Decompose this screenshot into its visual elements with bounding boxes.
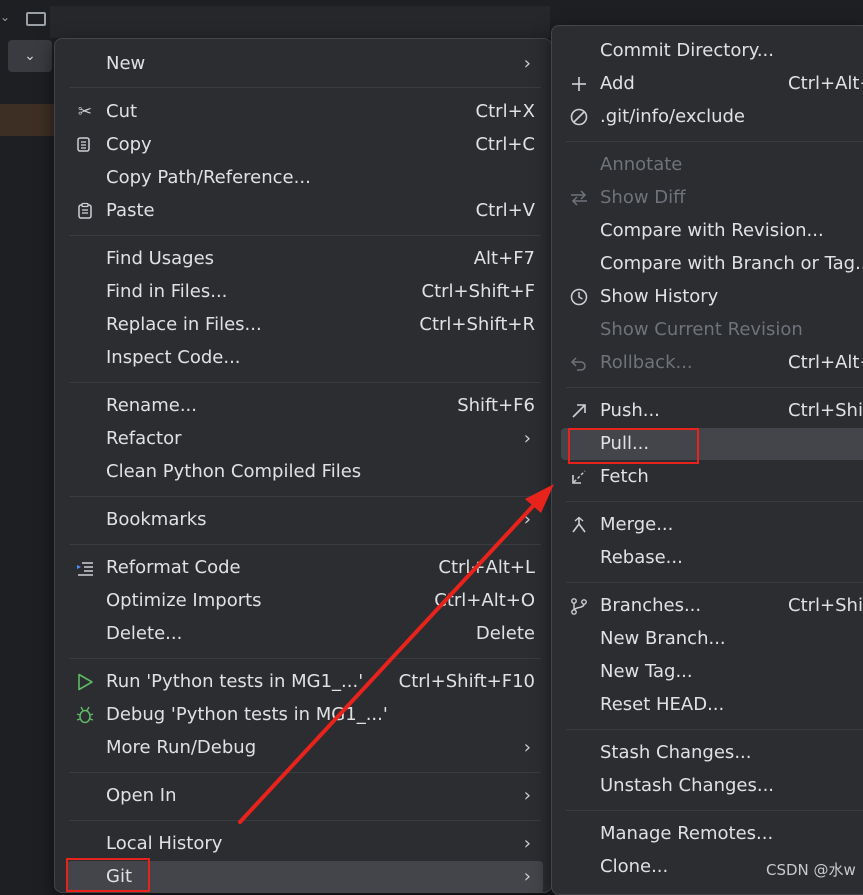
watermark: CSDN @水w xyxy=(766,861,856,879)
annotation-arrow xyxy=(238,484,554,824)
